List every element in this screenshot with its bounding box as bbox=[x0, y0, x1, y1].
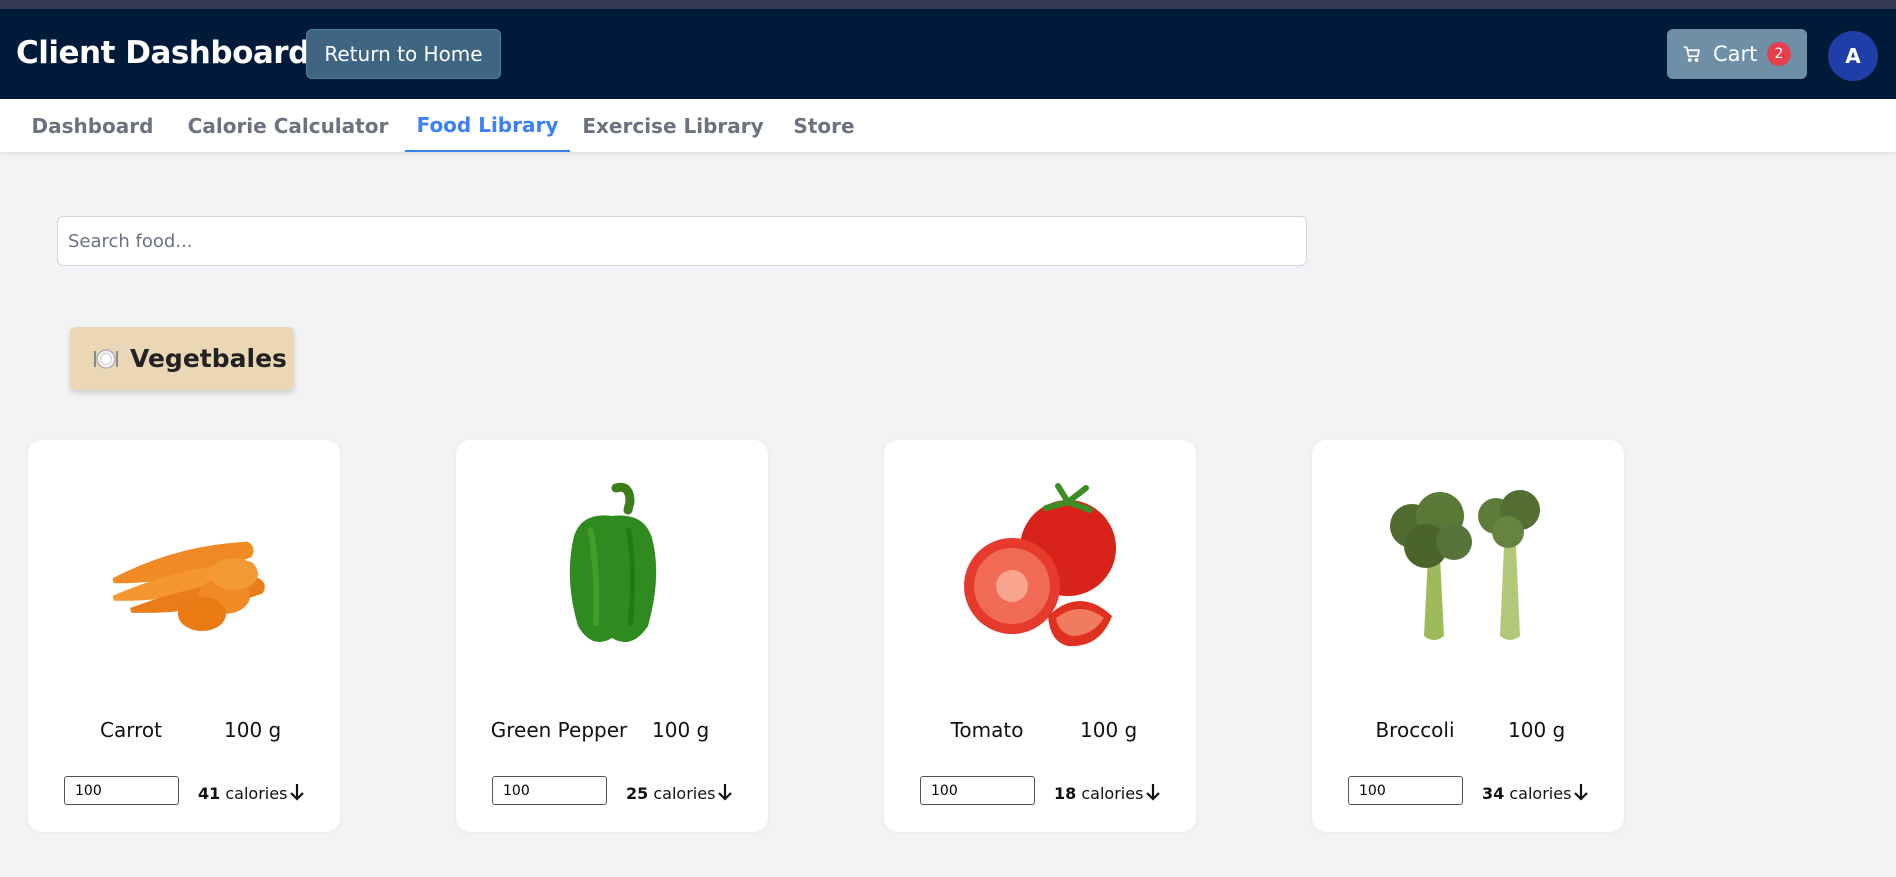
arrow-down-icon[interactable] bbox=[1144, 782, 1162, 802]
calories-text: 34 calories bbox=[1482, 784, 1571, 803]
cart-icon bbox=[1683, 46, 1700, 62]
arrow-down-icon[interactable] bbox=[288, 782, 306, 802]
cart-count-badge: 2 bbox=[1767, 42, 1791, 66]
calories-text: 18 calories bbox=[1054, 784, 1143, 803]
food-name: Carrot bbox=[100, 718, 162, 742]
food-weight: 100 g bbox=[1508, 718, 1566, 742]
app-header: Client Dashboard Return to Home Cart 2 A bbox=[0, 9, 1896, 99]
broccoli-image bbox=[1390, 490, 1540, 640]
cart-label: Cart bbox=[1713, 42, 1758, 66]
carrot-image bbox=[112, 541, 265, 631]
food-card-tomato: Tomato 100 g 18 calories bbox=[884, 440, 1196, 832]
food-weight: 100 g bbox=[652, 718, 710, 742]
tab-exercise-library[interactable]: Exercise Library bbox=[582, 99, 764, 152]
food-card-carrot: Carrot 100 g 41 calories bbox=[28, 440, 340, 832]
category-label: Vegetbales bbox=[130, 344, 287, 373]
pepper-image bbox=[569, 482, 657, 642]
food-weight: 100 g bbox=[224, 718, 282, 742]
food-name: Broccoli bbox=[1375, 718, 1455, 742]
arrow-down-icon[interactable] bbox=[1572, 782, 1590, 802]
tomato-image bbox=[964, 483, 1116, 647]
app-title: Client Dashboard bbox=[16, 35, 310, 71]
calories-value: 25 bbox=[626, 784, 649, 803]
window-top-strip bbox=[0, 0, 1896, 9]
return-home-button[interactable]: Return to Home bbox=[306, 29, 501, 79]
plate-icon bbox=[94, 348, 118, 369]
calories-value: 41 bbox=[198, 784, 221, 803]
tab-calorie-calculator[interactable]: Calorie Calculator bbox=[183, 99, 393, 152]
calories-text: 41 calories bbox=[198, 784, 287, 803]
arrow-down-icon[interactable] bbox=[716, 782, 734, 802]
food-name: Tomato bbox=[950, 718, 1024, 742]
tab-food-library[interactable]: Food Library bbox=[405, 99, 570, 152]
food-card-broccoli: Broccoli 100 g 34 calories bbox=[1312, 440, 1624, 832]
food-card-green-pepper: Green Pepper 100 g 25 calories bbox=[456, 440, 768, 832]
calories-unit: calories bbox=[225, 784, 288, 803]
tab-store[interactable]: Store bbox=[782, 99, 866, 152]
category-header: Vegetbales bbox=[70, 327, 294, 390]
food-name: Green Pepper bbox=[490, 718, 628, 742]
quantity-input[interactable] bbox=[64, 776, 179, 805]
main-nav: Dashboard Calorie Calculator Food Librar… bbox=[0, 99, 1896, 152]
cart-button[interactable]: Cart 2 bbox=[1667, 29, 1807, 79]
tab-dashboard[interactable]: Dashboard bbox=[20, 99, 165, 152]
quantity-input[interactable] bbox=[1348, 776, 1463, 805]
calories-unit: calories bbox=[653, 784, 716, 803]
quantity-input[interactable] bbox=[920, 776, 1035, 805]
user-avatar[interactable]: A bbox=[1828, 31, 1878, 81]
calories-value: 34 bbox=[1482, 784, 1505, 803]
calories-unit: calories bbox=[1509, 784, 1572, 803]
calories-unit: calories bbox=[1081, 784, 1144, 803]
food-weight: 100 g bbox=[1080, 718, 1138, 742]
search-food-input[interactable] bbox=[57, 216, 1307, 266]
calories-value: 18 bbox=[1054, 784, 1077, 803]
quantity-input[interactable] bbox=[492, 776, 607, 805]
calories-text: 25 calories bbox=[626, 784, 715, 803]
